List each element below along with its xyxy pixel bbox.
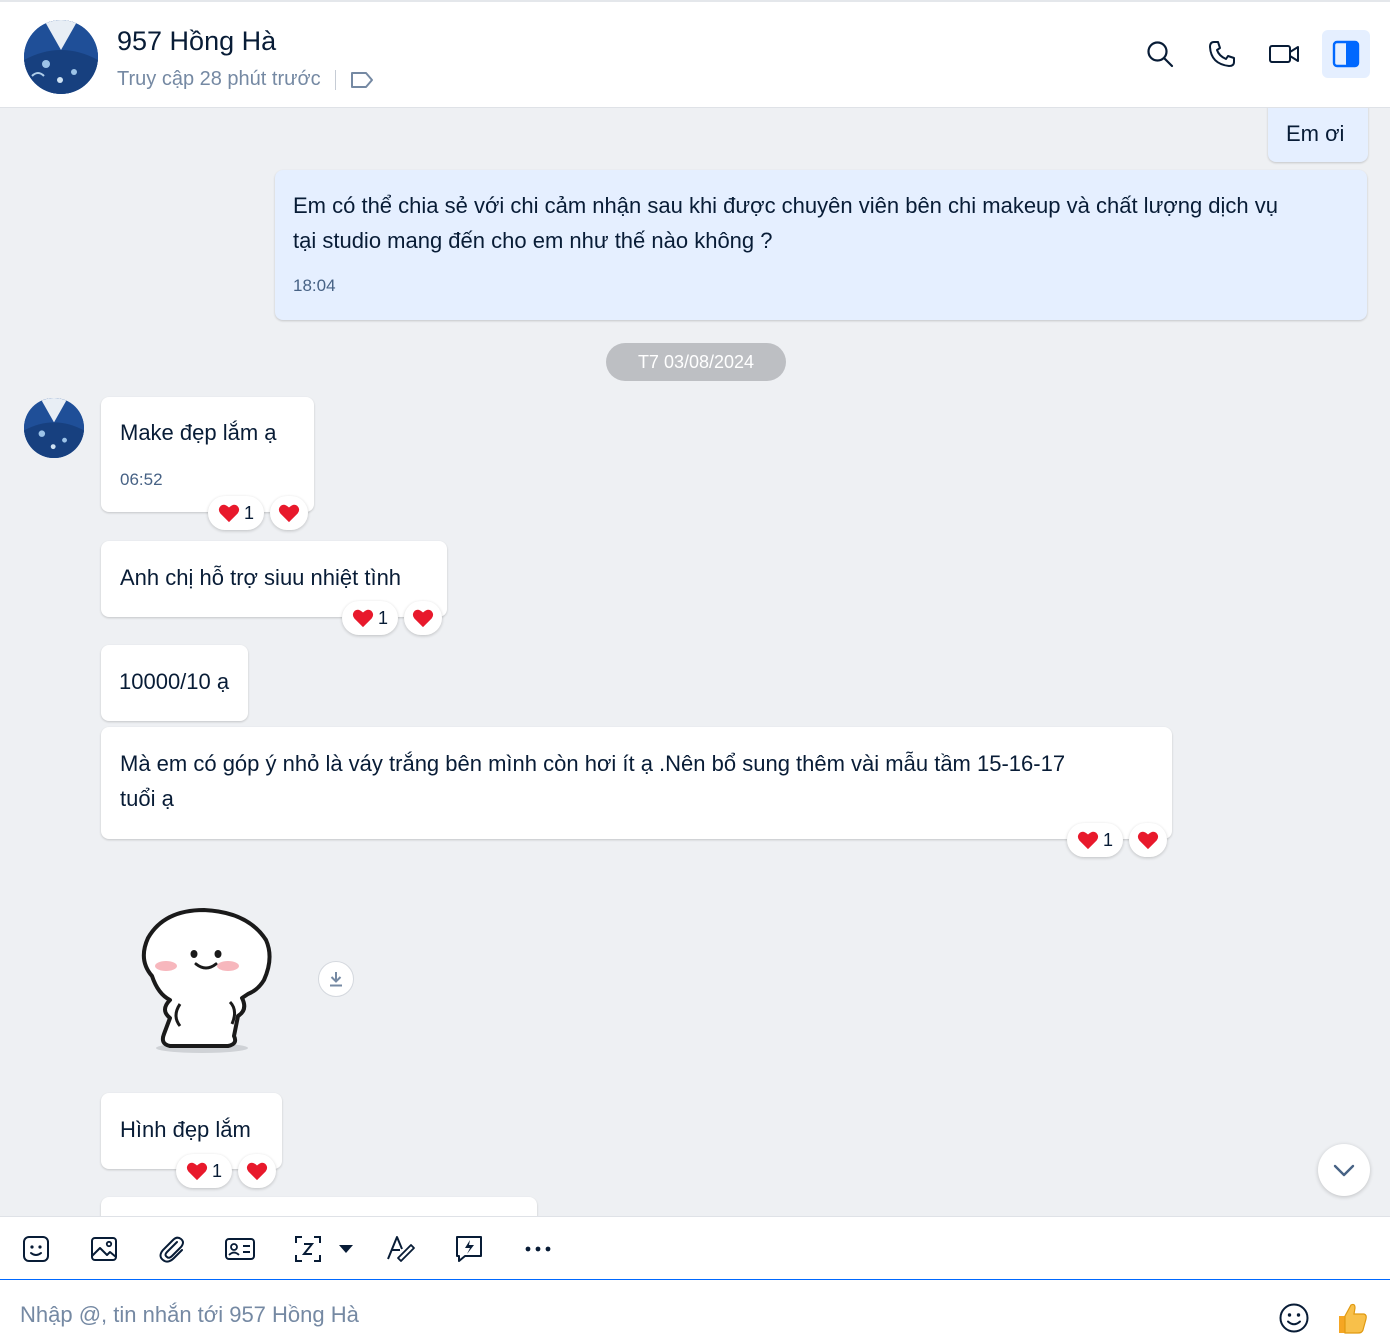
heart-icon [186, 1162, 208, 1181]
message-text: Em ơi [1286, 121, 1345, 146]
reaction-summary[interactable]: 1 [1067, 823, 1123, 857]
message-text: Em có thể chia sẻ với chi cảm nhận sau k… [293, 193, 1279, 218]
reaction-count: 1 [211, 1160, 222, 1181]
message-text: Make đẹp lắm ạ [120, 420, 277, 445]
reaction-summary[interactable]: 1 [208, 496, 264, 530]
reaction-count: 1 [377, 607, 388, 628]
sticker-icon[interactable] [18, 1231, 54, 1267]
heart-icon [246, 1162, 268, 1181]
react-button[interactable] [1129, 823, 1167, 857]
heart-icon [412, 609, 434, 628]
composer-toolbar [0, 1216, 1390, 1280]
contact-avatar[interactable] [24, 398, 84, 458]
reaction-count: 1 [243, 502, 254, 523]
phone-icon[interactable] [1198, 30, 1246, 78]
sent-message[interactable]: Em ơi [1268, 108, 1368, 162]
thumbs-up-icon[interactable] [1334, 1302, 1370, 1334]
heart-icon [1077, 831, 1099, 850]
contact-avatar[interactable] [24, 20, 98, 94]
chevron-down-icon [1333, 1164, 1355, 1177]
more-icon[interactable] [520, 1231, 556, 1267]
message-text: 10000/10 ạ [119, 669, 230, 694]
attachment-icon[interactable] [154, 1231, 190, 1267]
message-composer [0, 1280, 1390, 1334]
react-button[interactable] [270, 496, 308, 530]
sidebar-toggle-icon[interactable] [1322, 30, 1370, 78]
date-divider: T7 03/08/2024 [606, 343, 786, 381]
tag-icon[interactable] [350, 71, 374, 89]
header-actions [1136, 30, 1370, 78]
contact-card-icon[interactable] [222, 1231, 258, 1267]
reaction-summary[interactable]: 1 [342, 601, 398, 635]
screenshot-icon[interactable] [290, 1231, 326, 1267]
message-text: tại studio mang đến cho em như thế nào k… [293, 228, 773, 253]
chat-header: 957 Hồng Hà Truy cập 28 phút trước [0, 0, 1390, 108]
received-message[interactable]: Anh chị hỗ trợ siuu nhiệt tình [101, 541, 447, 617]
react-button[interactable] [404, 601, 442, 635]
last-seen-text: Truy cập 28 phút trước [117, 68, 321, 90]
heart-icon [278, 504, 300, 523]
received-message[interactable]: 10000/10 ạ [101, 645, 248, 721]
message-list[interactable]: Em ơi Em có thể chia sẻ với chi cảm nhận… [0, 108, 1390, 1216]
emoji-icon[interactable] [1278, 1302, 1310, 1334]
received-message[interactable]: Make đẹp lắm ạ 06:52 [101, 397, 314, 512]
search-icon[interactable] [1136, 30, 1184, 78]
message-time: 06:52 [120, 470, 163, 489]
screenshot-options-dropdown[interactable] [328, 1231, 364, 1267]
scroll-to-bottom-button[interactable] [1318, 1144, 1370, 1196]
react-button[interactable] [238, 1154, 276, 1188]
heart-icon [218, 504, 240, 523]
message-text: Mà em có góp ý nhỏ là váy trắng bên mình… [120, 751, 1066, 776]
message-input[interactable] [20, 1302, 1220, 1328]
message-time: 18:04 [293, 276, 336, 295]
video-icon[interactable] [1260, 30, 1308, 78]
contact-name[interactable]: 957 Hồng Hà [117, 26, 276, 57]
caret-down-icon [339, 1245, 353, 1253]
sent-message[interactable]: Em có thể chia sẻ với chi cảm nhận sau k… [275, 170, 1367, 320]
download-icon[interactable] [318, 961, 354, 997]
reaction-count: 1 [1102, 829, 1113, 850]
received-message[interactable] [101, 1197, 537, 1216]
received-message[interactable]: Mà em có góp ý nhỏ là váy trắng bên mình… [101, 727, 1172, 839]
quick-message-icon[interactable] [451, 1231, 487, 1267]
message-text: Hình đẹp lắm [120, 1117, 251, 1142]
message-text: Anh chị hỗ trợ siuu nhiệt tình [120, 565, 402, 590]
format-text-icon[interactable] [383, 1231, 419, 1267]
heart-icon [352, 609, 374, 628]
heart-icon [1137, 831, 1159, 850]
sticker-image[interactable] [130, 898, 280, 1058]
status-line: Truy cập 28 phút trước [117, 68, 374, 91]
message-text: tuổi ạ [120, 786, 174, 811]
image-icon[interactable] [86, 1231, 122, 1267]
reaction-summary[interactable]: 1 [176, 1154, 232, 1188]
divider [334, 69, 336, 90]
